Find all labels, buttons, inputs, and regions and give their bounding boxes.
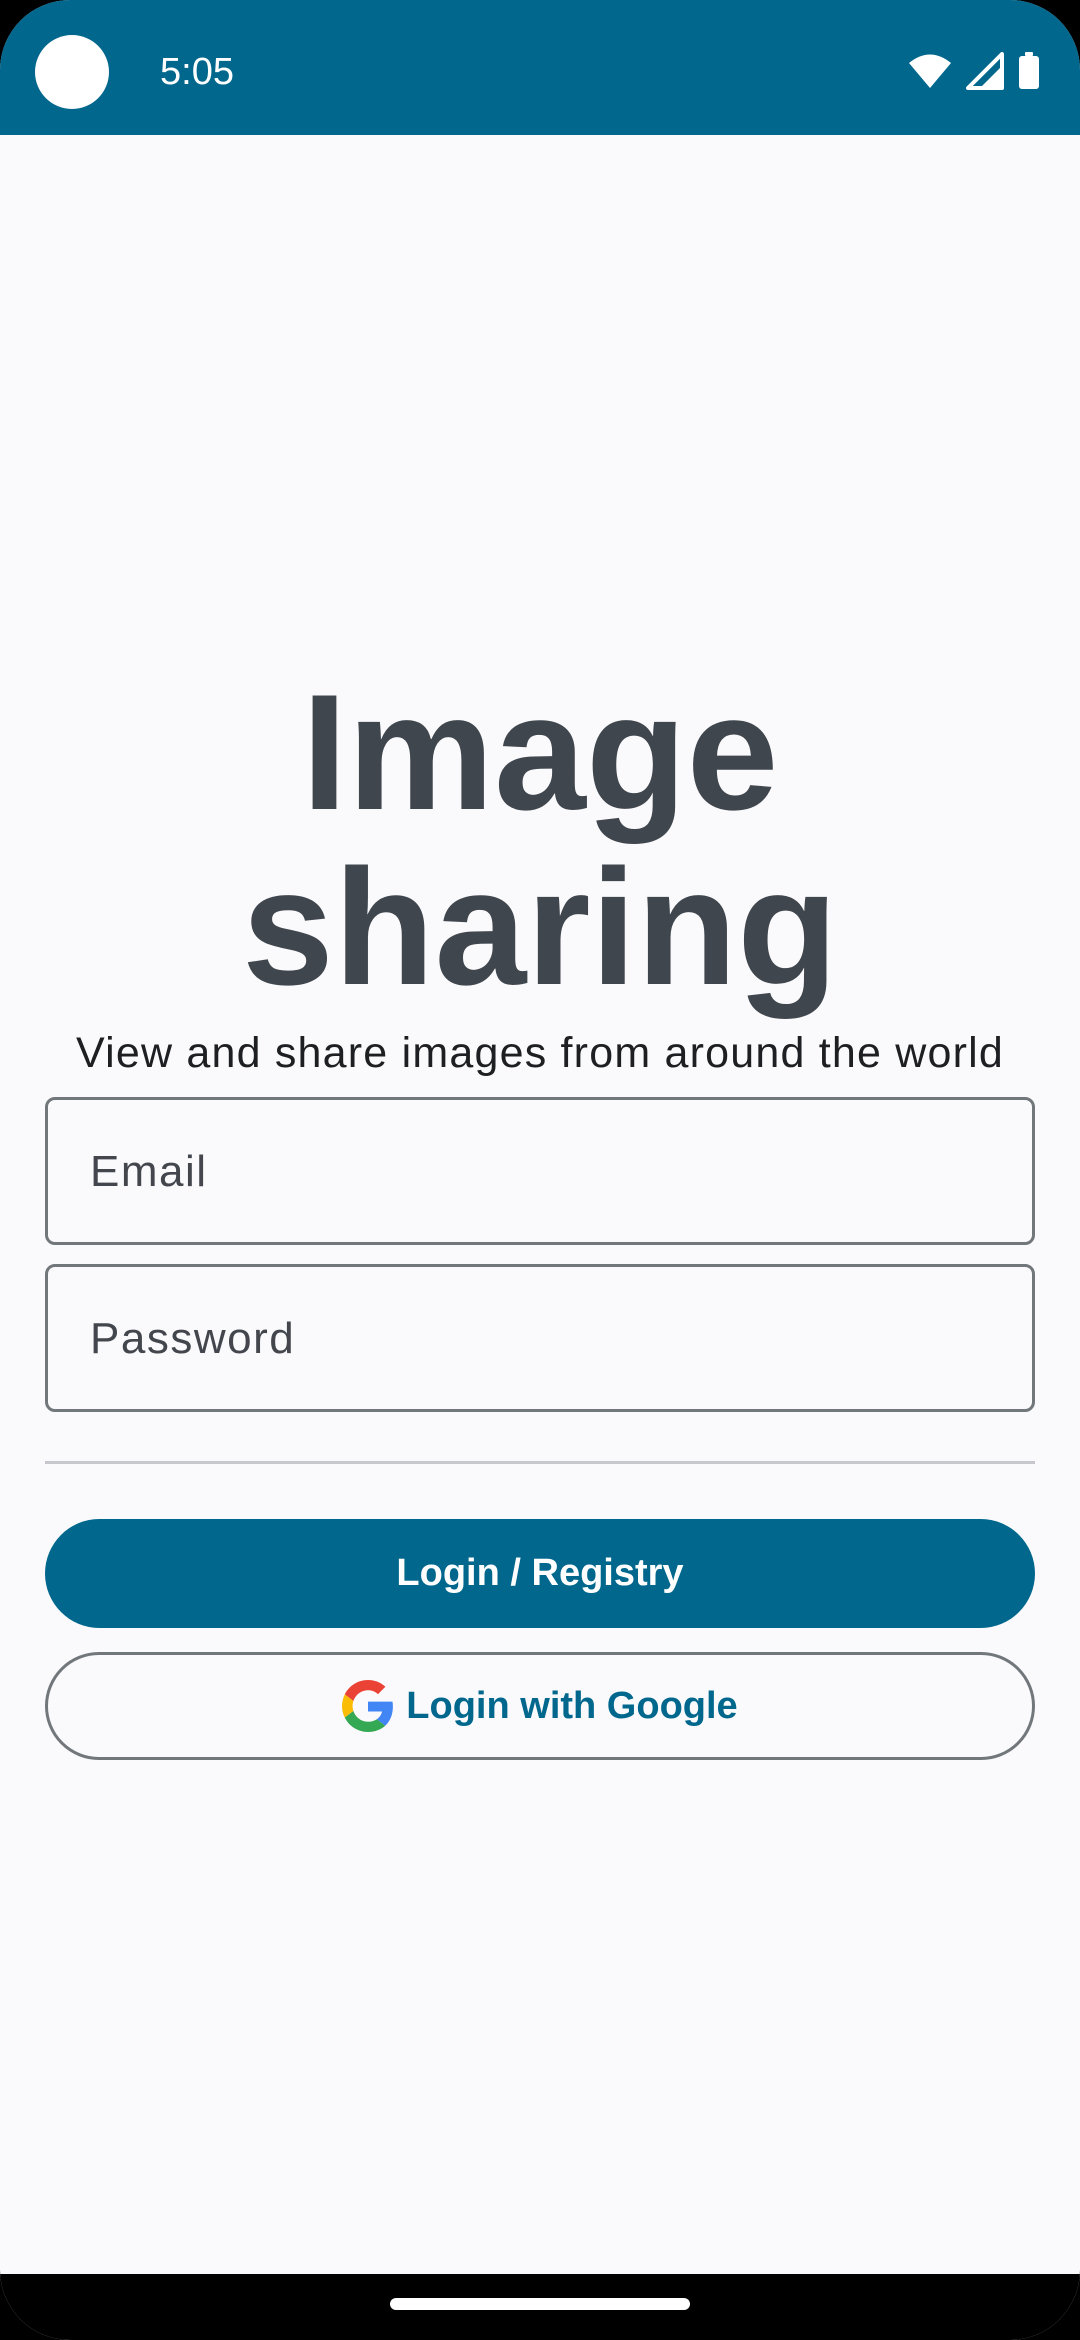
- battery-icon: [1018, 52, 1040, 90]
- login-registry-button[interactable]: Login / Registry: [45, 1519, 1035, 1628]
- password-field[interactable]: Password: [45, 1264, 1035, 1412]
- login-with-google-button[interactable]: Login with Google: [45, 1652, 1035, 1760]
- status-time: 5:05: [160, 51, 234, 93]
- status-icons: [908, 50, 1040, 92]
- email-field-label: Email: [90, 1147, 208, 1196]
- app-subtitle: View and share images from around the wo…: [76, 1029, 1004, 1077]
- wifi-icon: [908, 53, 952, 89]
- password-field-label: Password: [90, 1314, 296, 1363]
- home-gesture-handle[interactable]: [390, 2298, 690, 2310]
- status-bar: 5:05: [0, 0, 1080, 135]
- divider: [45, 1461, 1035, 1464]
- camera-cutout: [35, 35, 109, 109]
- app-screen: 5:05 Image sharing View and share images…: [0, 0, 1080, 2340]
- google-logo-icon: [342, 1680, 394, 1732]
- login-registry-label: Login / Registry: [396, 1552, 684, 1594]
- email-field[interactable]: Email: [45, 1097, 1035, 1245]
- login-with-google-label: Login with Google: [406, 1684, 738, 1727]
- app-title: Image sharing: [242, 660, 838, 1019]
- cellular-signal-icon: [966, 52, 1004, 90]
